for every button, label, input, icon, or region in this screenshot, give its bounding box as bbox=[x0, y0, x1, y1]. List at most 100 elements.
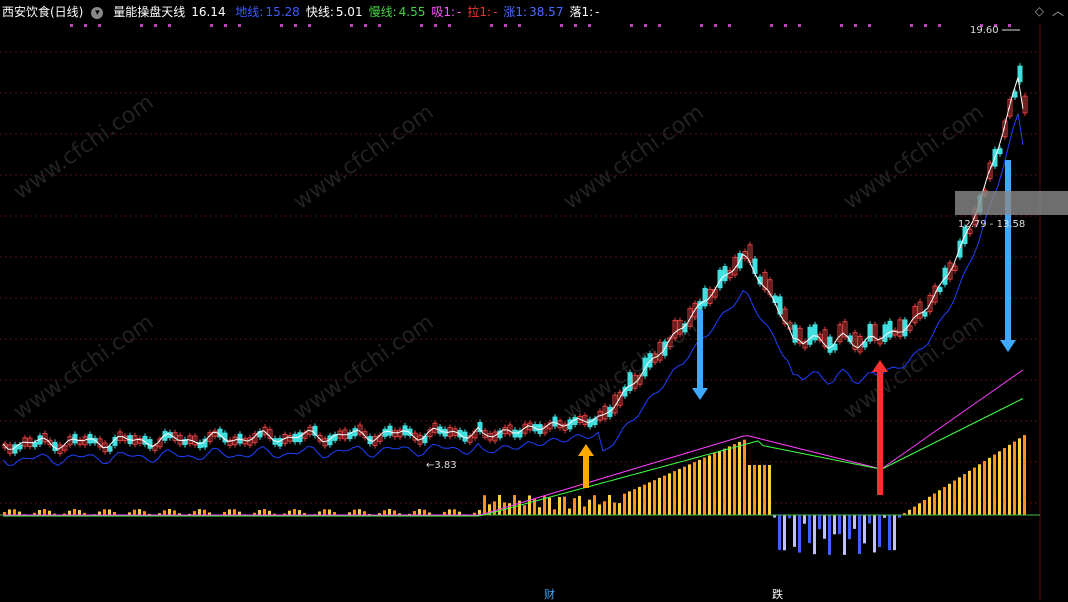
indicator-bar bbox=[988, 458, 991, 515]
indicator-bar bbox=[448, 509, 451, 515]
indicator-bar bbox=[573, 498, 576, 515]
signal-dot bbox=[588, 24, 591, 27]
indicator-bar bbox=[628, 491, 631, 515]
signal-dot bbox=[434, 24, 437, 27]
watermark-text: www.cfchi.com bbox=[289, 100, 438, 215]
signal-dot bbox=[294, 24, 297, 27]
candle-body bbox=[868, 324, 872, 341]
indicator-bar bbox=[288, 511, 291, 515]
indicator-bar bbox=[688, 464, 691, 515]
signal-dot bbox=[378, 24, 381, 27]
candle-body bbox=[628, 373, 632, 391]
stock-chart[interactable]: www.cfchi.com www.cfchi.com www.cfchi.com w… bbox=[0, 0, 1068, 600]
indicator-bar bbox=[993, 455, 996, 515]
indicator-bar bbox=[753, 465, 756, 515]
indicator-bar bbox=[833, 515, 836, 534]
signal-dot bbox=[644, 24, 647, 27]
indicator-bar bbox=[298, 510, 301, 515]
indicator-bar bbox=[888, 515, 891, 550]
candle-body bbox=[883, 325, 887, 342]
watermark-text: www.cfchi.com bbox=[839, 310, 988, 425]
signal-dot bbox=[798, 24, 801, 27]
price-range-box bbox=[955, 191, 1068, 215]
indicator-bar bbox=[613, 503, 616, 515]
candle-body bbox=[463, 432, 467, 441]
indicator-bar bbox=[418, 509, 421, 515]
candle-body bbox=[643, 358, 647, 376]
indicator-bar bbox=[318, 511, 321, 515]
indicator-bar bbox=[918, 503, 921, 515]
watermark-text: www.cfchi.com bbox=[559, 100, 708, 215]
indicator-bar bbox=[323, 509, 326, 515]
indicator-bar bbox=[653, 480, 656, 515]
indicator-bar bbox=[858, 515, 861, 554]
indicator-bar bbox=[18, 512, 21, 515]
indicator-bar bbox=[968, 471, 971, 515]
indicator-bar bbox=[818, 515, 821, 529]
candle-body bbox=[353, 429, 357, 436]
indicator-bar bbox=[703, 458, 706, 515]
indicator-bar bbox=[978, 464, 981, 515]
candle-body bbox=[513, 430, 517, 437]
indicator-bar bbox=[938, 490, 941, 515]
indicator-bar bbox=[143, 511, 146, 515]
indicator-bar bbox=[893, 515, 896, 550]
indicator-bar bbox=[198, 509, 201, 515]
signal-dot bbox=[70, 24, 73, 27]
indicator-bar bbox=[713, 453, 716, 515]
indicator-bar bbox=[193, 511, 196, 515]
indicator-bar bbox=[583, 506, 586, 515]
signal-dot bbox=[924, 24, 927, 27]
indicator-bar bbox=[238, 512, 241, 515]
blue-down-arrow-icon bbox=[1000, 340, 1016, 352]
indicator-bar bbox=[203, 510, 206, 515]
low-price-label: ←3.83 bbox=[426, 460, 457, 471]
indicator-bar bbox=[358, 509, 361, 515]
indicator-bar bbox=[723, 449, 726, 515]
candle-body bbox=[938, 288, 942, 292]
indicator-bar bbox=[483, 495, 486, 515]
indicator-bar bbox=[98, 512, 101, 515]
indicator-bar bbox=[608, 495, 611, 515]
indicator-bar bbox=[698, 460, 701, 515]
indicator-bar bbox=[423, 510, 426, 515]
indicator-bar bbox=[133, 510, 136, 515]
indicator-bar bbox=[813, 515, 816, 554]
indicator-bar bbox=[778, 515, 781, 550]
candle-body bbox=[813, 325, 817, 340]
indicator-bar bbox=[848, 515, 851, 539]
indicator-bar bbox=[618, 503, 621, 515]
indicator-bar bbox=[953, 481, 956, 515]
indicator-bar bbox=[588, 500, 591, 515]
candle-body bbox=[828, 337, 832, 352]
signal-dot bbox=[308, 24, 311, 27]
indicator-bar bbox=[823, 515, 826, 539]
signal-dot bbox=[154, 24, 157, 27]
indicator-bar bbox=[78, 510, 81, 515]
candle-body bbox=[588, 420, 592, 427]
orange-up-arrow-icon bbox=[578, 444, 594, 456]
watermark-text: www.cfchi.com bbox=[289, 310, 438, 425]
indicator-bar bbox=[943, 487, 946, 515]
signal-dot bbox=[98, 24, 101, 27]
candle-body bbox=[553, 417, 557, 426]
indicator-bar bbox=[598, 504, 601, 515]
indicator-bar bbox=[928, 497, 931, 515]
indicator-bar bbox=[553, 509, 556, 515]
indicator-bar bbox=[233, 509, 236, 515]
signal-dot bbox=[560, 24, 563, 27]
candle-body bbox=[33, 443, 37, 447]
indicator-bar bbox=[578, 496, 581, 515]
watermark-text: www.cfchi.com bbox=[9, 90, 158, 205]
indicator-bar bbox=[733, 444, 736, 515]
signal-dot bbox=[714, 24, 717, 27]
indicator-bar bbox=[658, 478, 661, 515]
indicator-bar bbox=[363, 511, 366, 515]
indicator-bar bbox=[1023, 435, 1026, 515]
indicator-bar bbox=[743, 440, 746, 515]
indicator-bar bbox=[1003, 448, 1006, 515]
candle-body bbox=[238, 434, 242, 443]
indicator-bar bbox=[603, 501, 606, 515]
indicator-bar bbox=[763, 465, 766, 515]
indicator-bar bbox=[453, 509, 456, 515]
